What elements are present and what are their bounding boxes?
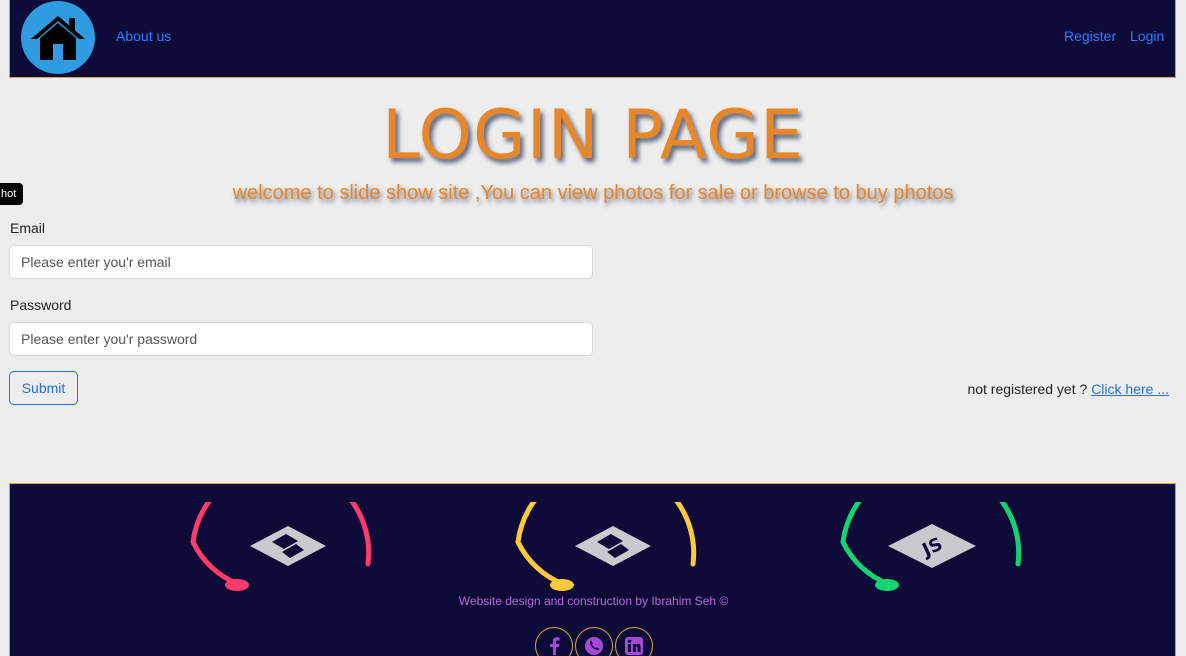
linkedin-button[interactable] (615, 627, 653, 656)
password-label: Password (10, 297, 72, 313)
footer-credit: Website design and construction by Ibrah… (458, 594, 729, 608)
html5-icon (250, 526, 326, 566)
home-icon (31, 15, 85, 60)
register-prompt-text: not registered yet ? (967, 381, 1092, 397)
facebook-icon (550, 637, 560, 655)
facebook-button[interactable] (535, 627, 573, 656)
register-hint: not registered yet ? Click here ... (967, 381, 1169, 397)
submit-button[interactable]: Submit (9, 371, 78, 405)
js-badge: JS (840, 462, 1030, 597)
site-footer: JS Website design and construction by Ib… (9, 462, 1176, 656)
css3-icon (575, 526, 651, 566)
page-title: LOGIN PAGE (382, 96, 804, 175)
password-field[interactable] (9, 322, 593, 356)
linkedin-icon (625, 637, 643, 655)
css3-badge (515, 462, 705, 597)
top-navbar: About us Register Login (9, 0, 1176, 78)
page-subtitle: welcome to slide show site ,You can view… (232, 182, 954, 204)
whatsapp-icon (585, 637, 603, 655)
home-logo-button[interactable] (21, 1, 95, 74)
register-here-link[interactable]: Click here ... (1091, 381, 1169, 397)
email-label: Email (10, 220, 46, 236)
nav-login-link[interactable]: Login (1130, 28, 1164, 44)
email-field[interactable] (9, 245, 593, 279)
nav-about-link[interactable]: About us (116, 28, 171, 44)
html5-badge (190, 462, 380, 597)
js-icon: JS (888, 524, 976, 568)
nav-register-link[interactable]: Register (1064, 28, 1116, 44)
social-links (535, 627, 653, 656)
whatsapp-button[interactable] (575, 627, 613, 656)
